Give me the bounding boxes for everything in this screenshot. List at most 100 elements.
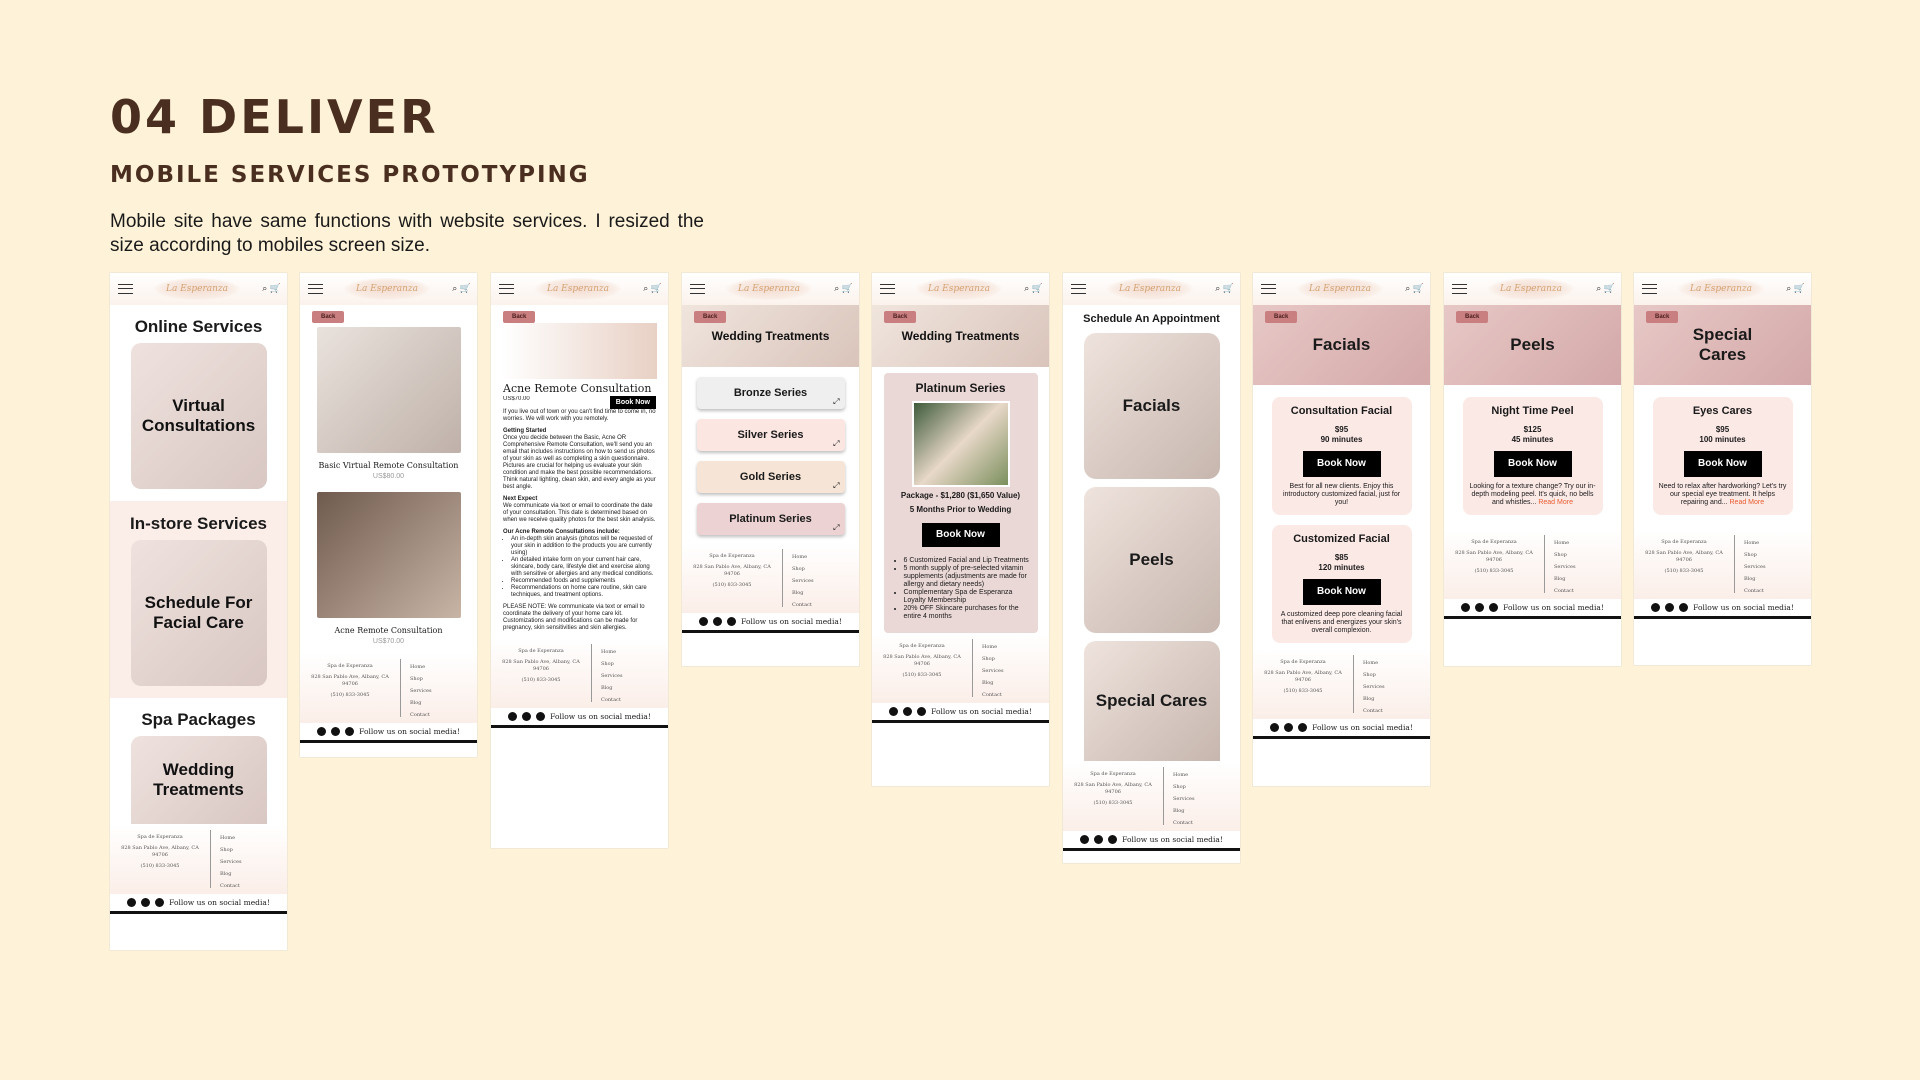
category-facials[interactable]: Facials <box>1083 333 1220 479</box>
logo[interactable]: La Esperanza <box>344 278 430 300</box>
footer-link-home[interactable]: Home <box>982 641 1004 653</box>
footer-link-services[interactable]: Services <box>601 670 623 682</box>
footer-link-home[interactable]: Home <box>1173 769 1195 781</box>
menu-icon[interactable] <box>308 284 323 294</box>
logo[interactable]: La Esperanza <box>1297 278 1383 300</box>
book-now-button[interactable]: Book Now <box>609 396 656 409</box>
pinterest-icon[interactable] <box>155 898 165 907</box>
pinterest-icon[interactable] <box>727 617 737 626</box>
book-now-button[interactable]: Book Now <box>1302 579 1381 605</box>
instagram-icon[interactable] <box>141 898 151 907</box>
search-cart-icons[interactable]: ⌕ 🛒 <box>1024 283 1043 294</box>
footer-link-blog[interactable]: Blog <box>601 682 623 694</box>
pinterest-icon[interactable] <box>1298 723 1308 732</box>
footer-link-contact[interactable]: Contact <box>982 689 1004 701</box>
menu-icon[interactable] <box>499 284 514 294</box>
footer-link-blog[interactable]: Blog <box>1363 693 1385 705</box>
footer-link-home[interactable]: Home <box>601 646 623 658</box>
footer-link-shop[interactable]: Shop <box>1744 549 1766 561</box>
instagram-icon[interactable] <box>1665 603 1675 612</box>
footer-link-contact[interactable]: Contact <box>1744 585 1766 597</box>
footer-link-services[interactable]: Services <box>1744 561 1766 573</box>
footer-link-blog[interactable]: Blog <box>1173 805 1195 817</box>
logo[interactable]: La Esperanza <box>916 278 1002 300</box>
back-button[interactable]: Back <box>884 311 917 323</box>
series-platinum-button[interactable]: Platinum Series <box>696 503 845 535</box>
footer-link-contact[interactable]: Contact <box>1554 585 1576 597</box>
instagram-icon[interactable] <box>1475 603 1485 612</box>
product-photo[interactable] <box>316 492 461 618</box>
menu-icon[interactable] <box>690 284 705 294</box>
facebook-icon[interactable] <box>508 712 518 721</box>
logo[interactable]: La Esperanza <box>1488 278 1574 300</box>
series-gold-button[interactable]: Gold Series <box>696 461 845 493</box>
back-button[interactable]: Back <box>1456 311 1489 323</box>
footer-link-home[interactable]: Home <box>792 551 814 563</box>
search-cart-icons[interactable]: ⌕ 🛒 <box>1786 283 1805 294</box>
footer-link-contact[interactable]: Contact <box>410 709 432 721</box>
footer-link-shop[interactable]: Shop <box>1173 781 1195 793</box>
footer-link-services[interactable]: Services <box>1554 561 1576 573</box>
footer-link-home[interactable]: Home <box>410 661 432 673</box>
footer-link-home[interactable]: Home <box>220 832 242 844</box>
footer-link-blog[interactable]: Blog <box>1744 573 1766 585</box>
footer-link-services[interactable]: Services <box>792 575 814 587</box>
facebook-icon[interactable] <box>1080 835 1090 844</box>
footer-link-services[interactable]: Services <box>1363 681 1385 693</box>
footer-link-contact[interactable]: Contact <box>220 880 242 892</box>
facebook-icon[interactable] <box>317 727 327 736</box>
facebook-icon[interactable] <box>127 898 137 907</box>
back-button[interactable]: Back <box>694 311 727 323</box>
menu-icon[interactable] <box>1642 284 1657 294</box>
facebook-icon[interactable] <box>889 707 899 716</box>
pinterest-icon[interactable] <box>917 707 927 716</box>
search-cart-icons[interactable]: ⌕ 🛒 <box>1405 283 1424 294</box>
back-button[interactable]: Back <box>1265 311 1298 323</box>
category-special-cares[interactable]: Special Cares <box>1083 641 1220 761</box>
category-peels[interactable]: Peels <box>1083 487 1220 633</box>
pinterest-icon[interactable] <box>345 727 355 736</box>
menu-icon[interactable] <box>1071 284 1086 294</box>
footer-link-blog[interactable]: Blog <box>982 677 1004 689</box>
product-name[interactable]: Acne Remote Consultation <box>300 626 477 635</box>
book-now-button[interactable]: Book Now <box>921 523 1000 547</box>
instagram-icon[interactable] <box>1284 723 1294 732</box>
footer-link-services[interactable]: Services <box>1173 793 1195 805</box>
footer-link-contact[interactable]: Contact <box>792 599 814 611</box>
facebook-icon[interactable] <box>1461 603 1471 612</box>
footer-link-shop[interactable]: Shop <box>792 563 814 575</box>
instagram-icon[interactable] <box>713 617 723 626</box>
instagram-icon[interactable] <box>331 727 341 736</box>
pinterest-icon[interactable] <box>1489 603 1499 612</box>
logo[interactable]: La Esperanza <box>154 278 240 300</box>
menu-icon[interactable] <box>1261 284 1276 294</box>
logo[interactable]: La Esperanza <box>1107 278 1193 300</box>
menu-icon[interactable] <box>118 284 133 294</box>
back-button[interactable]: Back <box>503 311 536 323</box>
product-photo[interactable] <box>316 327 461 453</box>
series-bronze-button[interactable]: Bronze Series <box>696 377 845 409</box>
book-now-button[interactable]: Book Now <box>1302 451 1381 477</box>
logo[interactable]: La Esperanza <box>535 278 621 300</box>
footer-link-shop[interactable]: Shop <box>410 673 432 685</box>
instagram-icon[interactable] <box>522 712 532 721</box>
pinterest-icon[interactable] <box>1679 603 1689 612</box>
product-name[interactable]: Basic Virtual Remote Consultation <box>300 461 477 470</box>
footer-link-home[interactable]: Home <box>1363 657 1385 669</box>
footer-link-blog[interactable]: Blog <box>220 868 242 880</box>
series-silver-button[interactable]: Silver Series <box>696 419 845 451</box>
footer-link-services[interactable]: Services <box>220 856 242 868</box>
logo[interactable]: La Esperanza <box>1678 278 1764 300</box>
logo[interactable]: La Esperanza <box>726 278 812 300</box>
footer-link-contact[interactable]: Contact <box>1173 817 1195 829</box>
footer-link-home[interactable]: Home <box>1744 537 1766 549</box>
footer-link-services[interactable]: Services <box>982 665 1004 677</box>
facebook-icon[interactable] <box>699 617 709 626</box>
search-cart-icons[interactable]: ⌕ 🛒 <box>834 283 853 294</box>
instagram-icon[interactable] <box>1094 835 1104 844</box>
facebook-icon[interactable] <box>1270 723 1280 732</box>
footer-link-services[interactable]: Services <box>410 685 432 697</box>
search-cart-icons[interactable]: ⌕ 🛒 <box>643 283 662 294</box>
category-card[interactable]: Schedule For Facial Care <box>130 540 267 686</box>
footer-link-home[interactable]: Home <box>1554 537 1576 549</box>
